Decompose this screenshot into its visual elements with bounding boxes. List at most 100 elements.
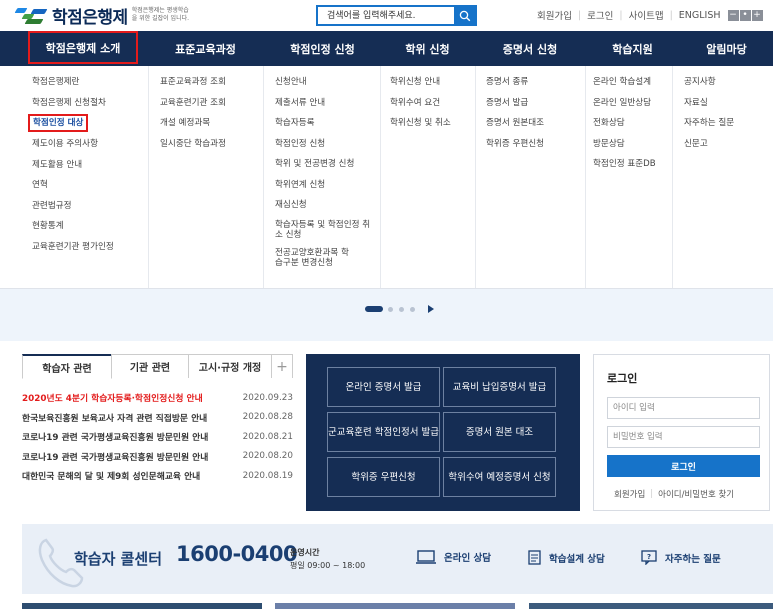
faq-label: 자주하는 질문 [665, 553, 721, 565]
list-item[interactable]: 2020년도 4분기 학습자등록·학점인정신청 안내 2020.09.23 [22, 388, 293, 408]
quick-military-credit-button[interactable]: 군교육훈련 학점인정서 발급 [327, 412, 440, 452]
monitor-icon [416, 550, 436, 564]
menu-link[interactable]: 표준교육과정 조회 [160, 76, 280, 88]
menu-link[interactable]: 온라인 일반상담 [593, 97, 671, 109]
tab-institution[interactable]: 기관 관련 [111, 354, 189, 378]
menu-link[interactable]: 제도활용 안내 [32, 159, 152, 171]
slider-dot[interactable] [399, 306, 404, 312]
mega-col-certificate: 증명서 종류 증명서 발급 증명서 원본대조 학위증 우편신청 [486, 76, 606, 158]
gnb-item-curriculum[interactable]: 표준교육과정 [148, 31, 263, 66]
menu-link[interactable]: 제출서류 안내 [275, 97, 375, 109]
menu-link[interactable]: 현황통계 [32, 220, 152, 232]
menu-link[interactable]: 전공교양호환과목 학습구분 변경신청 [275, 248, 355, 268]
banner-thumbnail[interactable] [22, 603, 262, 609]
menu-link[interactable]: 교육훈련기관 평가인정 [32, 241, 152, 253]
menu-link[interactable]: 공지사항 [684, 76, 769, 88]
font-increase-button[interactable]: + [751, 9, 763, 21]
gnb-item-notice[interactable]: 알림마당 [680, 31, 773, 66]
menu-link[interactable]: 신문고 [684, 138, 769, 150]
search-button[interactable] [454, 7, 475, 24]
menu-link[interactable]: 온라인 학습설계 [593, 76, 671, 88]
slider-dot-active[interactable] [365, 306, 383, 312]
util-link-join[interactable]: 회원가입 [537, 8, 572, 22]
mega-col-credit: 신청안내 제출서류 안내 학습자등록 학점인정 신청 학위 및 전공변경 신청 … [275, 76, 375, 277]
util-link-sitemap[interactable]: 사이트맵 [629, 8, 664, 22]
menu-link[interactable]: 학습자등록 및 학점인정 취소 신청 [275, 220, 371, 240]
online-counsel-link[interactable]: 온라인 상담 [416, 550, 491, 564]
notice-board: 학습자 관련 기관 관련 고시·규정 개정 + 2020년도 4분기 학습자등록… [22, 354, 293, 502]
gnb-item-degree[interactable]: 학위 신청 [380, 31, 475, 66]
menu-link[interactable]: 학습자등록 [275, 117, 375, 129]
menu-link[interactable]: 자주하는 질문 [684, 117, 769, 129]
play-icon[interactable] [428, 305, 434, 313]
news-title: 한국보육진흥원 보육교사 자격 관련 직접방문 안내 [22, 413, 208, 424]
gnb-item-support[interactable]: 학습지원 [585, 31, 680, 66]
join-link[interactable]: 회원가입 [614, 488, 645, 500]
menu-link[interactable]: 일시중단 학습과정 [160, 138, 280, 150]
menu-link-credit-target[interactable]: 학점인정 대상 [28, 114, 89, 132]
search-input[interactable] [318, 7, 454, 24]
password-input[interactable] [607, 426, 760, 448]
divider: | [669, 9, 673, 21]
list-item[interactable]: 한국보육진흥원 보육교사 자격 관련 직접방문 안내 2020.08.28 [22, 408, 293, 428]
menu-link[interactable]: 교육훈련기관 조회 [160, 97, 280, 109]
slider-dot[interactable] [410, 306, 415, 312]
menu-link[interactable]: 학점은행제 신청절차 [32, 97, 152, 109]
divider [672, 66, 673, 288]
document-icon [528, 550, 541, 565]
list-item[interactable]: 코로나19 관련 국가평생교육진흥원 방문민원 안내 2020.08.20 [22, 447, 293, 467]
slider-dot[interactable] [388, 306, 393, 312]
find-account-link[interactable]: 아이디/비밀번호 찾기 [658, 488, 734, 500]
user-id-input[interactable] [607, 397, 760, 419]
menu-link[interactable]: 학위증 우편신청 [486, 138, 606, 150]
faq-link[interactable]: ? 자주하는 질문 [641, 550, 721, 565]
util-link-english[interactable]: ENGLISH [679, 10, 721, 21]
banner-thumbnail[interactable] [275, 603, 515, 609]
menu-link[interactable]: 전화상담 [593, 117, 671, 129]
menu-link[interactable]: 개설 예정과목 [160, 117, 280, 129]
list-item[interactable]: 코로나19 관련 국가평생교육진흥원 방문민원 안내 2020.08.21 [22, 427, 293, 447]
site-logo[interactable]: 학점은행제 학점은행제는 평생학습을 위한 길잡이 입니다. [14, 4, 192, 28]
menu-link[interactable]: 방문상담 [593, 138, 671, 150]
quick-expected-degree-button[interactable]: 학위수여 예정증명서 신청 [443, 457, 556, 497]
util-link-login[interactable]: 로그인 [587, 8, 613, 22]
menu-link[interactable]: 관련법규정 [32, 200, 152, 212]
tab-learner[interactable]: 학습자 관련 [22, 354, 112, 379]
logo-text: 학점은행제 [52, 7, 128, 28]
divider: | [577, 9, 582, 21]
quick-tuition-certificate-button[interactable]: 교육비 납입증명서 발급 [443, 367, 556, 407]
quick-original-verify-button[interactable]: 증명서 원본 대조 [443, 412, 556, 452]
menu-link[interactable]: 자료실 [684, 97, 769, 109]
menu-link[interactable]: 재심신청 [275, 199, 375, 211]
menu-link[interactable]: 증명서 종류 [486, 76, 606, 88]
login-button[interactable]: 로그인 [607, 455, 760, 477]
menu-link[interactable]: 학위연계 신청 [275, 179, 375, 191]
call-center-number: 1600-0400 [176, 542, 298, 566]
gnb-item-credit[interactable]: 학점인정 신청 [265, 31, 380, 66]
quick-online-certificate-button[interactable]: 온라인 증명서 발급 [327, 367, 440, 407]
quick-diploma-mail-button[interactable]: 학위증 우편신청 [327, 457, 440, 497]
gnb-item-intro[interactable]: 학점은행제 소개 [28, 31, 138, 64]
menu-link[interactable]: 증명서 원본대조 [486, 117, 606, 129]
logo-mark-icon [14, 6, 50, 24]
font-reset-button[interactable]: • [739, 9, 751, 21]
menu-link[interactable]: 신청안내 [275, 76, 375, 88]
tab-regulation[interactable]: 고시·규정 개정 [188, 354, 272, 378]
menu-link[interactable]: 증명서 발급 [486, 97, 606, 109]
banner-thumbnail[interactable] [529, 603, 773, 609]
study-plan-counsel-label: 학습설계 상담 [549, 553, 605, 565]
study-plan-counsel-link[interactable]: 학습설계 상담 [528, 550, 605, 565]
menu-link[interactable]: 학위 및 전공변경 신청 [275, 158, 375, 170]
banner-band [0, 289, 773, 341]
menu-link[interactable]: 학점인정 표준DB [593, 158, 671, 170]
news-title: 2020년도 4분기 학습자등록·학점인정신청 안내 [22, 394, 203, 405]
online-counsel-label: 온라인 상담 [444, 553, 492, 564]
gnb-item-certificate[interactable]: 증명서 신청 [475, 31, 585, 66]
menu-link[interactable]: 제도이용 주의사항 [32, 138, 152, 150]
menu-link[interactable]: 연혁 [32, 179, 152, 191]
menu-link[interactable]: 학점은행제란 [32, 76, 152, 88]
list-item[interactable]: 대한민국 문해의 달 및 제9회 성인문해교육 안내 2020.08.19 [22, 466, 293, 486]
menu-link[interactable]: 학점인정 신청 [275, 138, 375, 150]
font-decrease-button[interactable]: − [727, 9, 739, 21]
more-plus-button[interactable]: + [271, 354, 293, 378]
